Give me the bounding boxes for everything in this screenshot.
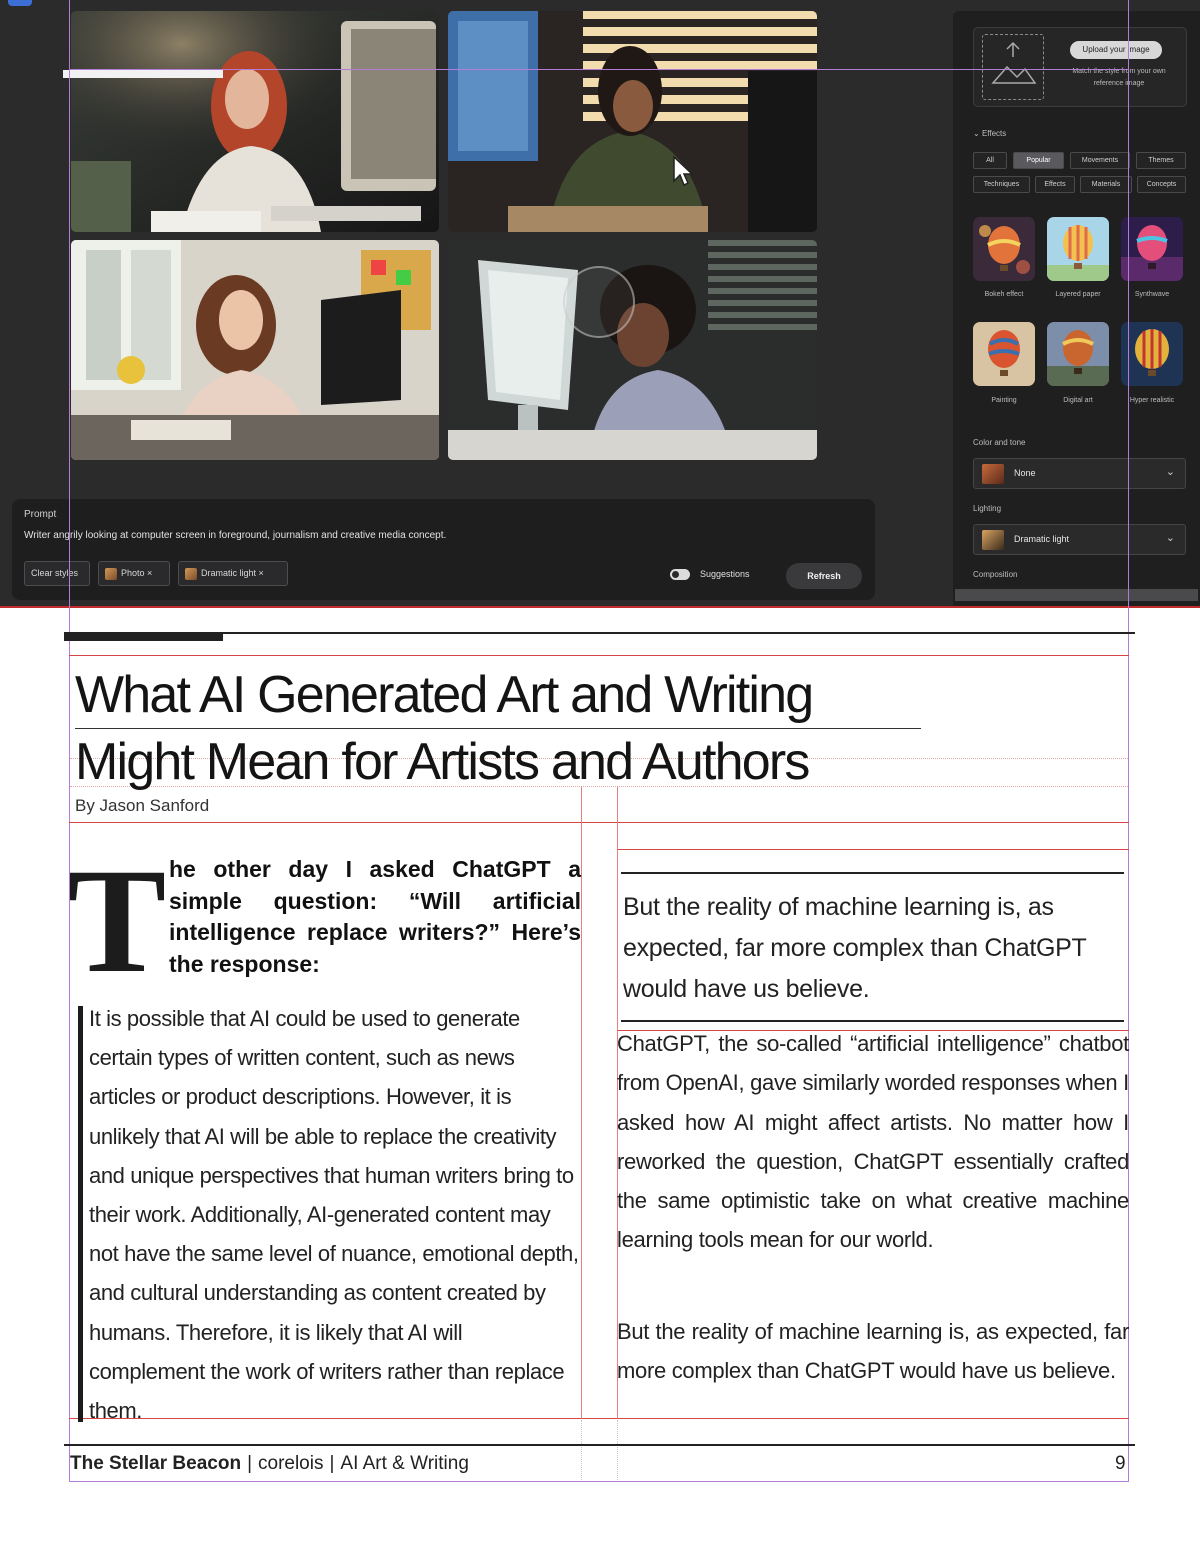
color-tone-label: Color and tone <box>973 438 1026 447</box>
pullquote: But the reality of machine learning is, … <box>623 893 1087 1003</box>
effect-thumb-layered-paper[interactable] <box>1047 217 1109 281</box>
header-accent-bar <box>64 633 223 641</box>
footer-separator: | <box>247 1453 252 1474</box>
suggestions-toggle[interactable] <box>670 569 690 580</box>
headline-line-1: What AI Generated Art and Writing <box>75 662 921 729</box>
generated-image-2[interactable] <box>448 11 817 232</box>
suggestions-label: Suggestions <box>700 569 750 579</box>
byline: By Jason Sanford <box>75 796 210 815</box>
article-headline: What AI Generated Art and Writing Might … <box>75 662 955 795</box>
clear-styles-chip[interactable]: Clear styles <box>24 561 90 586</box>
lighting-style-icon <box>185 567 197 580</box>
chevron-down-icon: ⌄ <box>1165 466 1175 478</box>
tab-techniques[interactable]: Techniques <box>973 176 1030 193</box>
drop-cap: T <box>70 858 164 974</box>
composition-label: Composition <box>973 570 1018 579</box>
tab-all[interactable]: All <box>973 152 1007 169</box>
effect-thumb-digital-art[interactable] <box>1047 322 1109 386</box>
page-footer: The Stellar Beacon | corelois | AI Art & Wri… <box>70 1453 469 1475</box>
tab-movements[interactable]: Movements <box>1070 152 1130 169</box>
photo-chip[interactable]: Photo × <box>98 561 170 586</box>
margin-guide-left <box>69 0 70 1482</box>
color-tone-select[interactable]: None ⌄ <box>973 458 1186 489</box>
lead-paragraph: he other day I asked ChatGPT a simple qu… <box>169 856 581 977</box>
chatgpt-response-quote: It is possible that AI could be used to … <box>89 1006 579 1424</box>
effects-label[interactable]: ⌄ Effects <box>973 129 1006 138</box>
text-frame-guide <box>69 655 1129 656</box>
dramatic-light-chip[interactable]: Dramatic light × <box>178 561 288 586</box>
upload-image-button[interactable]: Upload your image <box>1070 41 1162 59</box>
effect-thumb-painting[interactable] <box>973 322 1035 386</box>
footer-author: corelois <box>258 1453 324 1474</box>
pullquote-rule-bottom <box>621 1020 1124 1022</box>
photo-chip-label: Photo × <box>121 568 153 578</box>
app-icon <box>8 0 32 6</box>
generated-image-4[interactable] <box>448 240 817 460</box>
image-placeholder-icon <box>982 34 1044 100</box>
lighting-label: Lighting <box>973 504 1002 513</box>
text-frame-guide <box>617 849 1129 850</box>
refresh-button[interactable]: Refresh <box>786 563 862 589</box>
effects-label-text: Effects <box>981 129 1007 138</box>
color-tone-value: None <box>1014 468 1036 478</box>
effect-thumb-bokeh[interactable] <box>973 217 1035 281</box>
body-paragraph-2: But the reality of machine learning is, … <box>617 1319 1129 1384</box>
publication-name: The Stellar Beacon <box>70 1453 242 1474</box>
style-reference-card: Upload your image Match the style from y… <box>973 27 1187 107</box>
tab-effects[interactable]: Effects <box>1035 176 1075 193</box>
effects-side-panel: Upload your image Match the style from y… <box>953 11 1200 607</box>
header-rule <box>64 632 1135 634</box>
page-number: 9 <box>1115 1453 1126 1474</box>
prompt-title: Prompt <box>24 509 57 520</box>
tab-popular[interactable]: Popular <box>1013 152 1064 169</box>
footer-rule <box>64 1444 1135 1446</box>
photo-style-icon <box>105 567 117 580</box>
ai-image-generator-screenshot: Prompt Writer angrily looking at compute… <box>0 0 1200 607</box>
column-guide <box>617 1420 618 1480</box>
quote-bar <box>78 1006 83 1422</box>
tab-concepts[interactable]: Concepts <box>1137 176 1186 193</box>
lighting-select[interactable]: Dramatic light ⌄ <box>973 524 1186 555</box>
lighting-value: Dramatic light <box>1014 534 1070 544</box>
effect-thumb-hyper-realistic[interactable] <box>1121 322 1183 386</box>
footer-separator: | <box>329 1453 335 1474</box>
text-frame-guide <box>69 822 1129 823</box>
lighting-swatch <box>982 530 1004 550</box>
headline-line-2: Might Mean for Artists and Authors <box>75 733 810 791</box>
margin-guide-top <box>69 69 1129 70</box>
margin-guide-bottom <box>69 1481 1129 1482</box>
pullquote-rule-top <box>621 872 1124 874</box>
screenshot-bottom-border <box>0 606 1200 608</box>
mouse-cursor-icon <box>672 155 698 194</box>
column-guide <box>581 1420 582 1480</box>
effect-label-digital-art: Digital art <box>1063 397 1093 404</box>
drop-cap-letter: T <box>70 858 164 974</box>
dramatic-light-chip-label: Dramatic light × <box>201 568 264 578</box>
footer-section: AI Art & Writing <box>340 1453 469 1474</box>
effect-thumb-synthwave[interactable] <box>1121 217 1183 281</box>
body-paragraph-1: ChatGPT, the so-called “artificial intel… <box>617 1031 1129 1253</box>
prompt-panel: Prompt Writer angrily looking at compute… <box>12 499 875 600</box>
tab-themes[interactable]: Themes <box>1136 152 1186 169</box>
generated-image-1[interactable] <box>71 11 439 232</box>
chevron-down-icon: ⌄ <box>1165 532 1175 544</box>
tab-materials[interactable]: Materials <box>1080 176 1132 193</box>
horizontal-scrollbar[interactable] <box>955 589 1198 601</box>
generated-image-3[interactable] <box>71 240 439 460</box>
color-tone-swatch <box>982 464 1004 484</box>
effect-label-layered-paper: Layered paper <box>1055 291 1101 298</box>
column-guide <box>581 786 582 1419</box>
effect-label-bokeh: Bokeh effect <box>984 291 1024 298</box>
click-indicator <box>563 266 635 338</box>
highlight-strip <box>63 70 223 78</box>
effect-label-painting: Painting <box>991 397 1017 404</box>
prompt-input[interactable]: Writer angrily looking at computer scree… <box>24 530 446 541</box>
